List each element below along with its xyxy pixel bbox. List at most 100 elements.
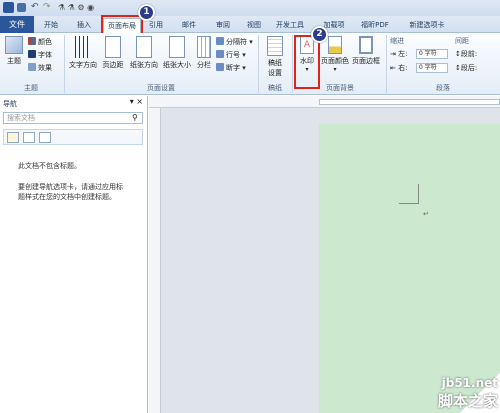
group-label-paragraph: 段落	[436, 84, 450, 92]
line-numbers-icon	[216, 50, 224, 58]
paragraph-mark: ↵	[423, 210, 429, 218]
nav-view-tabs	[3, 129, 143, 145]
breaks-icon	[216, 37, 224, 45]
site-watermark: jb51.net 脚本之家	[438, 376, 498, 411]
tab-developer[interactable]: 开发工具	[272, 18, 308, 33]
indent-right-icon: ⇤	[390, 64, 396, 72]
spacing-header: 间距	[455, 37, 469, 45]
size-button[interactable]: 纸张大小	[161, 36, 193, 70]
indent-left-icon: ⇥	[390, 50, 396, 58]
tool-icon[interactable]: ⚗ ⚗ ⚙ ◉ ▾	[58, 2, 98, 23]
word-icon	[3, 2, 14, 13]
margin-mark	[399, 184, 419, 204]
vertical-ruler[interactable]	[149, 108, 161, 413]
hyphenation-button[interactable]: 断字 ▾	[216, 63, 246, 73]
tab-view[interactable]: 视图	[243, 18, 265, 33]
page-border-button[interactable]: 页面边框	[350, 36, 382, 66]
chevron-down-icon: ▾	[333, 66, 337, 73]
tab-insert[interactable]: 插入	[73, 18, 95, 33]
highlight-watermark-button	[294, 35, 320, 89]
ribbon-page-layout: 主题 颜色 字体 效果 主题 文字方向 页边距 纸张方向 纸张大小 分栏 分隔符…	[0, 33, 500, 95]
margins-label: 页边距	[102, 61, 124, 69]
draft-paper-icon	[267, 36, 283, 56]
page-color-button[interactable]: 页面颜色 ▾	[320, 36, 350, 73]
step-badge-1: 1	[138, 4, 155, 21]
page-color-label: 页面颜色	[321, 57, 349, 65]
close-icon[interactable]: ▾ ×	[130, 97, 143, 106]
tab-foxit-pdf[interactable]: 福昕PDF	[357, 18, 393, 33]
navigation-pane: 导航 ▾ × 搜索文档 ⚲ 此文档不包含标题。 要创建导航选项卡，请通过应用标 …	[0, 96, 148, 413]
group-label-theme: 主题	[24, 84, 38, 92]
indent-right-label: ⇤ 右:	[390, 64, 408, 72]
redo-icon[interactable]: ↷	[43, 2, 54, 13]
draft-paper-button[interactable]: 稿纸 设置	[262, 36, 288, 78]
save-icon[interactable]	[17, 3, 26, 12]
line-numbers-button[interactable]: 行号 ▾	[216, 50, 246, 60]
colors-icon	[28, 37, 36, 45]
ruler-track	[319, 99, 500, 105]
indent-header: 缩进	[390, 37, 404, 45]
ribbon-tabs: 文件 开始 插入 页面布局 引用 邮件 审阅 视图 开发工具 加载项 福昕PDF…	[0, 16, 500, 33]
nav-results-icon[interactable]	[39, 132, 51, 143]
theme-icon	[5, 36, 23, 54]
text-direction-label: 文字方向	[69, 61, 97, 69]
nav-pages-icon[interactable]	[23, 132, 35, 143]
columns-button[interactable]: 分栏	[194, 36, 214, 70]
nav-hint-line-1: 要创建导航选项卡，请通过应用标	[18, 183, 123, 191]
watermark-brand: 脚本之家	[437, 392, 498, 410]
fonts-icon	[28, 50, 36, 58]
tab-home[interactable]: 开始	[40, 18, 62, 33]
nav-empty-text: 此文档不包含标题。	[18, 162, 81, 170]
columns-label: 分栏	[197, 61, 211, 69]
nav-search-input[interactable]: 搜索文档	[3, 112, 143, 124]
document-page[interactable]: ↵	[319, 124, 500, 413]
separator	[292, 35, 293, 93]
text-direction-icon	[75, 36, 91, 58]
indent-left-label: ⇥ 左:	[390, 50, 408, 58]
group-label-draft: 稿纸	[268, 84, 282, 92]
horizontal-ruler[interactable]	[149, 96, 500, 108]
orientation-button[interactable]: 纸张方向	[128, 36, 160, 70]
theme-label: 主题	[7, 57, 21, 65]
indent-right-input[interactable]: 0 字符	[416, 63, 448, 73]
spacing-before-label[interactable]: ↕段前:	[455, 49, 477, 59]
step-badge-2: 2	[311, 26, 328, 43]
page-border-label: 页面边框	[352, 57, 380, 65]
hyphenation-icon	[216, 63, 224, 71]
draft-paper-label-1: 稿纸	[268, 59, 282, 67]
tab-review[interactable]: 审阅	[212, 18, 234, 33]
margins-button[interactable]: 页边距	[100, 36, 126, 70]
search-icon[interactable]: ⚲	[132, 113, 138, 122]
effects-icon	[28, 63, 36, 71]
group-label-page-setup: 页面设置	[147, 84, 175, 92]
size-label: 纸张大小	[163, 61, 191, 69]
tab-new[interactable]: 新建选项卡	[403, 18, 451, 33]
nav-headings-icon[interactable]	[7, 132, 19, 143]
theme-effects[interactable]: 效果	[28, 63, 52, 73]
theme-fonts[interactable]: 字体	[28, 50, 52, 60]
margins-icon	[105, 36, 121, 58]
nav-title: 导航	[3, 100, 17, 108]
page-color-icon	[328, 36, 342, 54]
nav-hint-line-2: 题样式在您的文档中创建标题。	[18, 193, 116, 201]
theme-button[interactable]: 主题	[3, 36, 25, 66]
spacing-after-label[interactable]: ↕段后:	[455, 63, 477, 73]
undo-icon[interactable]: ↶	[31, 2, 42, 13]
tab-file[interactable]: 文件	[0, 16, 34, 33]
document-area: ↵	[149, 96, 500, 413]
draft-paper-label-2: 设置	[268, 69, 282, 77]
indent-left-input[interactable]: 0 字符	[416, 49, 448, 59]
separator	[64, 35, 65, 93]
title-bar: ↶ ↷ ⚗ ⚗ ⚙ ◉ ▾	[0, 0, 500, 23]
size-icon	[169, 36, 185, 58]
orientation-label: 纸张方向	[130, 61, 158, 69]
breaks-button[interactable]: 分隔符 ▾	[216, 37, 253, 47]
theme-colors[interactable]: 颜色	[28, 37, 52, 47]
tab-mailings[interactable]: 邮件	[178, 18, 200, 33]
columns-icon	[197, 36, 211, 58]
text-direction-button[interactable]: 文字方向	[68, 36, 98, 70]
highlight-page-layout-tab	[101, 15, 143, 35]
watermark-site: jb51.net	[441, 376, 498, 390]
page-border-icon	[359, 36, 373, 54]
orientation-icon	[136, 36, 152, 58]
